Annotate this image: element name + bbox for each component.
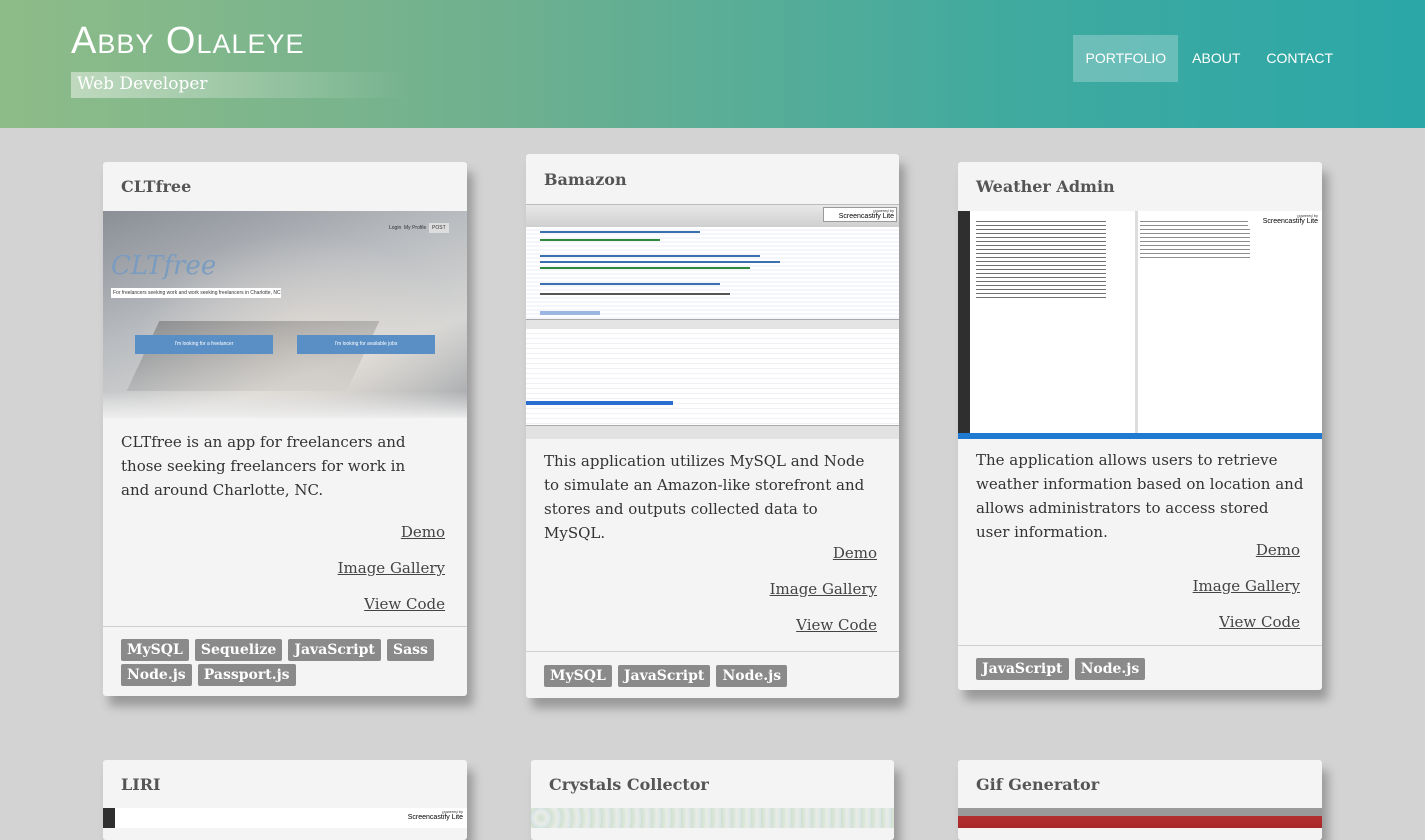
project-card-crystals-collector: Crystals Collector bbox=[531, 760, 894, 840]
screencastify-badge: powered by Screencastify Lite bbox=[393, 809, 465, 822]
demo-link[interactable]: Demo bbox=[1193, 538, 1300, 562]
project-screenshot[interactable]: powered by Screencastify Lite bbox=[958, 211, 1322, 439]
card-links: Demo Image Gallery View Code bbox=[338, 520, 445, 628]
nav-about[interactable]: About bbox=[1180, 35, 1252, 82]
site-subtitle: Web Developer bbox=[71, 72, 411, 98]
tag: Node.js bbox=[716, 665, 788, 687]
nav-portfolio[interactable]: Portfolio bbox=[1073, 35, 1179, 82]
card-divider bbox=[103, 626, 467, 627]
tag: Sequelize bbox=[194, 639, 283, 661]
image-gallery-link[interactable]: Image Gallery bbox=[770, 577, 877, 601]
demo-link[interactable]: Demo bbox=[770, 541, 877, 565]
shot-logo: CLTfree bbox=[111, 251, 217, 281]
tag: JavaScript bbox=[617, 665, 711, 687]
tag: Node.js bbox=[121, 664, 192, 686]
shot-tagline: For freelancers seeking work and work se… bbox=[111, 288, 281, 298]
card-divider bbox=[958, 645, 1322, 646]
project-card-weather-admin: Weather Admin powered by Screencastify L… bbox=[958, 162, 1322, 690]
shot-menu-profile: My Profile bbox=[404, 225, 427, 231]
badge-text: Screencastify Lite bbox=[838, 213, 894, 220]
badge-text: Screencastify Lite bbox=[1262, 218, 1318, 225]
shot-freelancer-button: I'm looking for a freelancer bbox=[135, 335, 273, 354]
card-title: Bamazon bbox=[544, 170, 627, 189]
project-card-bamazon: Bamazon powered by Screencastify Lite Th… bbox=[526, 154, 899, 698]
project-screenshot[interactable] bbox=[958, 808, 1322, 828]
image-gallery-link[interactable]: Image Gallery bbox=[338, 556, 445, 580]
project-screenshot[interactable] bbox=[531, 808, 894, 828]
main-nav: Portfolio About Contact bbox=[1071, 35, 1345, 82]
project-screenshot[interactable]: powered by Screencastify Lite bbox=[526, 204, 899, 439]
card-links: Demo Image Gallery View Code bbox=[1193, 538, 1300, 646]
tag: MySQL bbox=[121, 639, 189, 661]
demo-link[interactable]: Demo bbox=[338, 520, 445, 544]
card-links: Demo Image Gallery View Code bbox=[770, 541, 877, 649]
card-title: CLTfree bbox=[121, 177, 192, 196]
results-grid-graphic bbox=[526, 329, 899, 425]
card-title: LIRI bbox=[121, 775, 161, 794]
screencastify-badge: powered by Screencastify Lite bbox=[1248, 213, 1320, 226]
tag: MySQL bbox=[544, 665, 612, 687]
card-description: This application utilizes MySQL and Node… bbox=[544, 452, 865, 542]
tech-tags: MySQL Sequelize JavaScript Sass Node.js … bbox=[121, 639, 461, 689]
activity-bar-graphic bbox=[958, 211, 970, 433]
card-divider bbox=[526, 651, 899, 652]
nav-contact[interactable]: Contact bbox=[1254, 35, 1345, 82]
terminal-pane-graphic bbox=[1138, 211, 1322, 433]
tag: Sass bbox=[386, 639, 434, 661]
status-bar-graphic bbox=[958, 433, 1322, 439]
tech-tags: MySQL JavaScript Node.js bbox=[544, 665, 788, 690]
tech-tags: JavaScript Node.js bbox=[976, 658, 1146, 683]
editor-pane-graphic bbox=[970, 211, 1138, 433]
project-screenshot[interactable]: powered by Screencastify Lite bbox=[103, 808, 467, 828]
card-title: Weather Admin bbox=[976, 177, 1115, 196]
view-code-link[interactable]: View Code bbox=[1193, 610, 1300, 634]
shot-menu: Login My Profile POST bbox=[389, 223, 449, 233]
keyboard-graphic bbox=[126, 321, 380, 391]
screencastify-badge: powered by Screencastify Lite bbox=[823, 207, 897, 222]
shot-menu-login: Login bbox=[389, 225, 402, 231]
tag: JavaScript bbox=[288, 639, 381, 661]
project-screenshot[interactable]: Login My Profile POST CLTfree For freela… bbox=[103, 211, 467, 418]
image-gallery-link[interactable]: Image Gallery bbox=[1193, 574, 1300, 598]
site-brand[interactable]: Abby Olaleye bbox=[71, 20, 305, 63]
shot-menu-post: POST bbox=[429, 223, 449, 233]
tag: Node.js bbox=[1074, 658, 1146, 680]
view-code-link[interactable]: View Code bbox=[338, 592, 445, 616]
site-header: Abby Olaleye Web Developer Portfolio Abo… bbox=[0, 0, 1425, 128]
card-description: CLTfree is an app for freelancers and th… bbox=[121, 433, 406, 499]
project-card-liri: LIRI powered by Screencastify Lite bbox=[103, 760, 467, 840]
project-card-gif-generator: Gif Generator bbox=[958, 760, 1322, 840]
card-title: Gif Generator bbox=[976, 775, 1100, 794]
code-editor-graphic bbox=[526, 227, 899, 319]
badge-text: Screencastify Lite bbox=[407, 814, 463, 821]
subtitle-text: Web Developer bbox=[77, 74, 208, 94]
view-code-link[interactable]: View Code bbox=[770, 613, 877, 637]
card-title: Crystals Collector bbox=[549, 775, 709, 794]
tag: Passport.js bbox=[197, 664, 296, 686]
shot-jobs-button: I'm looking for available jobs bbox=[297, 335, 435, 354]
card-description: The application allows users to retrieve… bbox=[976, 451, 1304, 541]
project-card-cltfree: CLTfree Login My Profile POST CLTfree Fo… bbox=[103, 162, 467, 696]
tag: JavaScript bbox=[976, 658, 1069, 680]
